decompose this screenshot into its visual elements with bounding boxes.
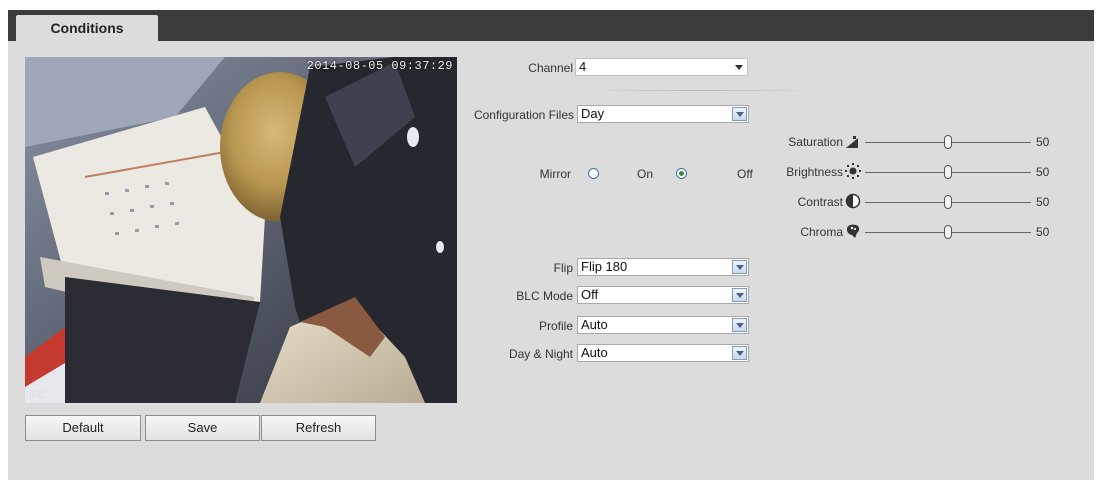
brightness-thumb[interactable] — [944, 165, 952, 179]
chevron-down-icon — [732, 346, 747, 360]
mirror-off-radio[interactable] — [676, 168, 687, 179]
flip-label: Flip — [553, 261, 573, 275]
day-night-select[interactable]: Auto — [577, 344, 749, 362]
saturation-thumb[interactable] — [944, 135, 952, 149]
video-timestamp: 2014-08-05 09:37:29 — [306, 59, 453, 73]
blc-mode-select[interactable]: Off — [577, 286, 749, 304]
mirror-label: Mirror — [539, 167, 571, 181]
video-preview: 2014-08-05 09:37:29 IFC — [25, 57, 457, 403]
brightness-icon — [845, 163, 861, 179]
chevron-down-icon — [732, 288, 747, 302]
video-channel-label: IFC — [29, 389, 47, 401]
chevron-down-icon — [732, 318, 747, 332]
saturation-value: 50 — [1036, 135, 1050, 149]
saturation-label: Saturation — [788, 135, 843, 149]
contrast-label: Contrast — [797, 195, 843, 209]
conditions-panel: Conditions 2014-08-05 09:37:29 IFC Chann… — [8, 10, 1094, 480]
profile-select[interactable]: Auto — [577, 316, 749, 334]
day-night-label: Day & Night — [508, 347, 573, 361]
day-night-value: Auto — [581, 345, 608, 360]
chroma-thumb[interactable] — [944, 225, 952, 239]
brightness-value: 50 — [1036, 165, 1050, 179]
chevron-down-icon — [732, 107, 747, 121]
blc-mode-value: Off — [581, 287, 599, 302]
chroma-label: Chroma — [800, 225, 843, 239]
flip-value: Flip 180 — [581, 259, 628, 274]
saturation-icon — [846, 136, 858, 148]
config-files-value: Day — [581, 106, 605, 121]
config-files-select[interactable]: Day — [577, 105, 749, 123]
chevron-down-icon — [732, 260, 747, 274]
refresh-button[interactable]: Refresh — [261, 415, 376, 441]
channel-label: Channel — [528, 61, 573, 75]
blc-mode-label: BLC Mode — [516, 289, 573, 303]
chroma-value: 50 — [1036, 225, 1050, 239]
mirror-on-radio[interactable] — [588, 168, 599, 179]
chroma-icon — [847, 224, 860, 238]
tab-bar: Conditions — [8, 10, 1094, 41]
mirror-off-label: Off — [737, 167, 753, 181]
channel-select[interactable]: 4 — [575, 58, 748, 76]
save-button[interactable]: Save — [145, 415, 260, 441]
chevron-down-icon — [735, 65, 743, 70]
default-button[interactable]: Default — [25, 415, 141, 441]
contrast-icon — [845, 193, 861, 209]
tab-conditions[interactable]: Conditions — [16, 15, 158, 41]
config-files-label: Configuration Files — [473, 108, 574, 122]
mirror-on-label: On — [637, 167, 654, 181]
channel-value: 4 — [579, 59, 587, 74]
contrast-value: 50 — [1036, 195, 1050, 209]
profile-value: Auto — [581, 317, 608, 332]
video-frame-image — [25, 57, 457, 403]
brightness-label: Brightness — [786, 165, 843, 179]
contrast-thumb[interactable] — [944, 195, 952, 209]
divider — [586, 90, 816, 91]
flip-select[interactable]: Flip 180 — [577, 258, 749, 276]
profile-label: Profile — [538, 319, 573, 333]
